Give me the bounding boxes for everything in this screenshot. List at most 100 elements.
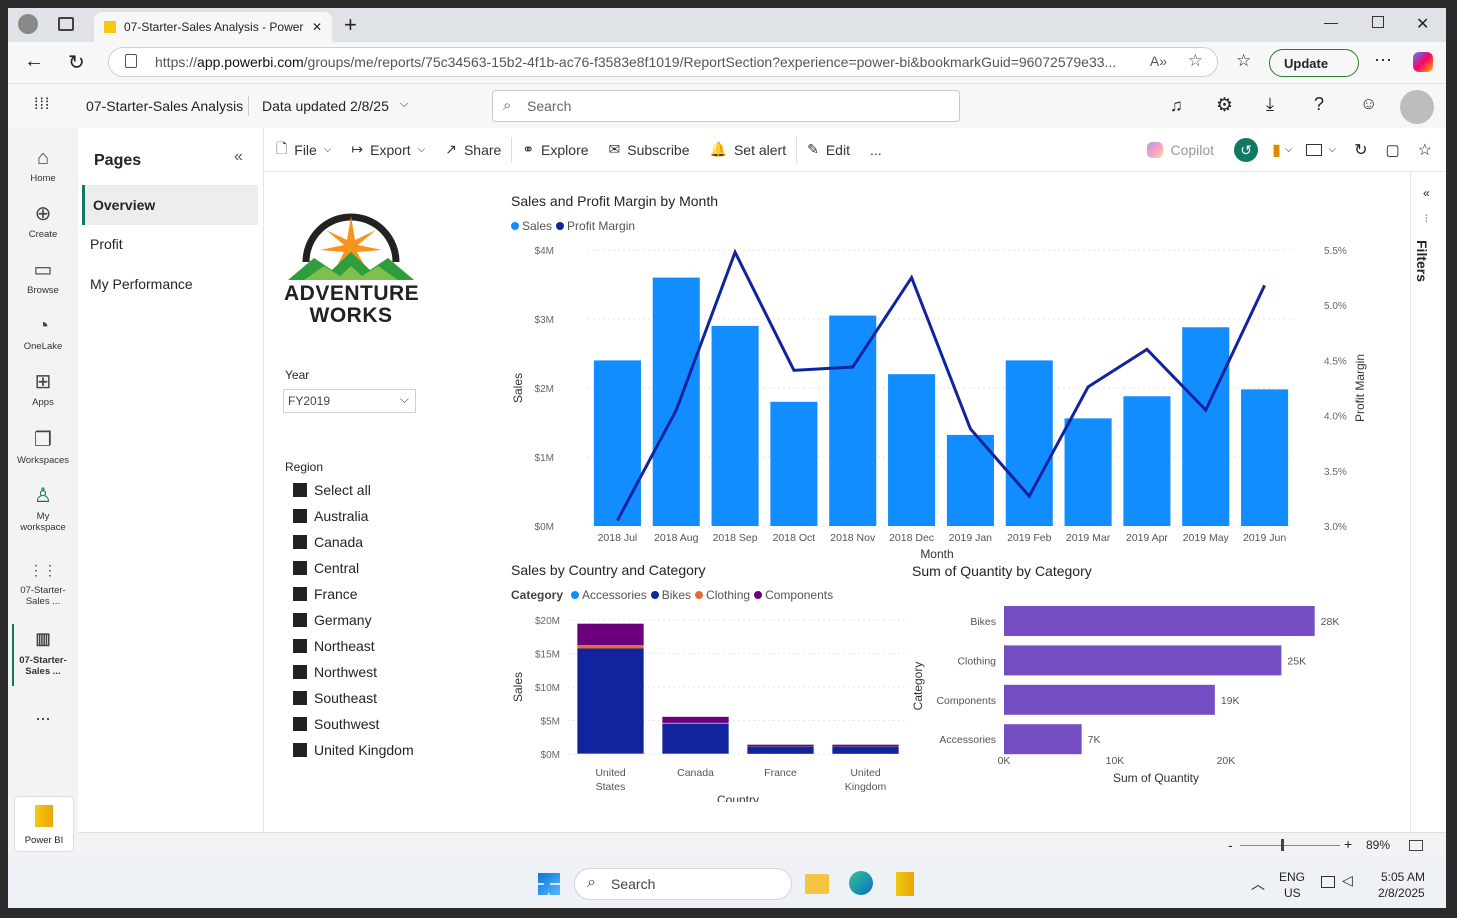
nav-home[interactable]: ⌂ Home — [8, 146, 78, 184]
url-field[interactable]: https://app.powerbi.com/groups/me/report… — [108, 47, 1218, 77]
favorite-report-icon[interactable]: ☆ — [1418, 140, 1432, 160]
region-option[interactable]: United Kingdom — [293, 742, 414, 758]
reset-icon[interactable]: ↺ — [1234, 137, 1259, 162]
checkbox[interactable] — [293, 509, 307, 523]
tab-actions-icon[interactable] — [58, 17, 74, 31]
minimize-icon[interactable]: — — [1324, 14, 1338, 30]
refresh-icon[interactable]: ↻ — [68, 50, 85, 75]
browser-tab[interactable]: 07-Starter-Sales Analysis - Power ✕ — [94, 12, 332, 42]
sales-profit-chart[interactable]: $0M $1M $2M $3M $4M 3.0% 3.5% 4.0% 4.5% 5.0% 5.5% 2… — [508, 232, 1378, 562]
volume-icon[interactable]: ◁ — [1342, 872, 1353, 889]
refresh-report-icon[interactable]: ↻ — [1354, 140, 1367, 160]
clock-date[interactable]: 2/8/2025 — [1378, 886, 1425, 900]
checkbox[interactable] — [293, 717, 307, 731]
nav-workspaces[interactable]: ❐ Workspaces — [8, 428, 78, 466]
read-aloud-icon[interactable]: A» — [1150, 53, 1167, 69]
page-item-profit[interactable]: Profit — [90, 236, 123, 252]
clock-time[interactable]: 5:05 AM — [1381, 870, 1425, 884]
nav-apps[interactable]: ⊞ Apps — [8, 370, 78, 408]
nav-onelake[interactable]: ◔ OneLake — [8, 314, 78, 352]
chevron-down-icon[interactable]: ⌵ — [1328, 144, 1336, 155]
region-option[interactable]: Central — [293, 560, 359, 576]
network-icon[interactable] — [1321, 876, 1335, 888]
favorites-icon[interactable]: ☆ — [1236, 51, 1251, 71]
help-icon[interactable]: ? — [1314, 94, 1324, 115]
app-launcher-icon[interactable]: ⁞⁞⁞ — [34, 96, 50, 114]
page-item-overview[interactable]: Overview — [82, 185, 258, 225]
fit-page-icon[interactable] — [1409, 840, 1423, 851]
region-option[interactable]: Germany — [293, 612, 372, 628]
more-options-button[interactable]: ... — [860, 142, 892, 158]
copilot-browser-icon[interactable] — [1413, 52, 1433, 72]
restore-icon[interactable] — [1372, 16, 1384, 28]
checkbox[interactable] — [293, 587, 307, 601]
region-option[interactable]: Southwest — [293, 716, 379, 732]
set-alert-button[interactable]: 🔔 Set alert — [700, 141, 797, 158]
checkbox[interactable] — [293, 665, 307, 679]
region-option[interactable]: Northeast — [293, 638, 375, 654]
quantity-category-chart[interactable]: Bikes 28K Clothing 25K Components 19K Accessor… — [908, 588, 1368, 808]
zoom-slider[interactable] — [1240, 845, 1340, 846]
taskbar-search[interactable]: ⌕ Search — [574, 868, 792, 900]
windows-start-icon[interactable] — [538, 873, 560, 895]
close-tab-icon[interactable]: ✕ — [312, 20, 322, 34]
nav-browse[interactable]: ▭ Browse — [8, 258, 78, 296]
nav-create[interactable]: ⊕ Create — [8, 202, 78, 240]
year-slicer-dropdown[interactable]: FY2019 ⌵ — [283, 389, 416, 413]
region-option[interactable]: Canada — [293, 534, 363, 550]
more-icon[interactable]: ⋯ — [1374, 50, 1392, 71]
new-tab-icon[interactable]: + — [344, 12, 357, 38]
expand-filters-icon[interactable]: « — [1423, 186, 1430, 200]
profile-icon[interactable] — [18, 14, 38, 34]
report-name[interactable]: 07-Starter-Sales Analysis — [86, 98, 243, 114]
back-icon[interactable]: ← — [24, 50, 44, 73]
nav-report-1[interactable]: ⋮⋮ 07-Starter-Sales ... — [8, 558, 78, 607]
download-icon[interactable]: ⤓ — [1266, 94, 1274, 115]
data-updated[interactable]: Data updated 2/8/25 — [262, 98, 389, 114]
nav-more[interactable]: ... — [8, 704, 78, 725]
checkbox[interactable] — [293, 743, 307, 757]
account-avatar[interactable] — [1400, 90, 1434, 124]
checkbox[interactable] — [293, 613, 307, 627]
favorite-icon[interactable]: ☆ — [1188, 51, 1203, 71]
nav-my-workspace[interactable]: ♙ My workspace — [8, 484, 78, 533]
show-hidden-icons[interactable]: ︿ — [1251, 874, 1265, 894]
copilot-button[interactable]: Copilot — [1137, 141, 1224, 158]
powerbi-taskbar-icon[interactable] — [896, 872, 914, 896]
region-option[interactable]: France — [293, 586, 358, 602]
region-option[interactable]: Southeast — [293, 690, 377, 706]
share-button[interactable]: ↗ Share — [435, 141, 511, 158]
zoom-out-button[interactable]: - — [1228, 837, 1233, 853]
checkbox[interactable] — [293, 691, 307, 705]
feedback-icon[interactable]: ☺ — [1360, 94, 1377, 114]
export-menu[interactable]: ↦ Export ⌵ — [341, 141, 435, 158]
region-option[interactable]: Northwest — [293, 664, 377, 680]
search-input[interactable]: ⌕ Search — [492, 90, 960, 122]
chevron-down-icon[interactable]: ⌵ — [1285, 144, 1293, 155]
edge-icon[interactable] — [849, 871, 873, 895]
region-option[interactable]: Select all — [293, 482, 371, 498]
language-line-1[interactable]: ENG — [1279, 870, 1305, 884]
explore-button[interactable]: ⚭ Explore — [512, 141, 598, 158]
filters-pane[interactable]: « ⫶ Filters — [1410, 172, 1446, 832]
region-option[interactable]: Australia — [293, 508, 368, 524]
checkbox[interactable] — [293, 483, 307, 497]
powerbi-switcher[interactable]: Power BI — [14, 796, 74, 852]
country-category-chart[interactable]: $0M $5M $10M $15M $20M United States Canada Fran… — [508, 602, 918, 802]
checkbox[interactable] — [293, 639, 307, 653]
chevron-down-icon[interactable]: ⌵ — [400, 98, 408, 111]
bookmark-icon[interactable]: ▮ — [1272, 140, 1281, 160]
zoom-slider-thumb[interactable] — [1281, 839, 1284, 851]
settings-icon[interactable]: ⚙ — [1216, 94, 1233, 117]
update-button[interactable]: Update — [1269, 49, 1359, 77]
edit-button[interactable]: ✎ Edit — [797, 141, 860, 158]
file-explorer-icon[interactable] — [805, 874, 829, 894]
notifications-icon[interactable]: ♫ — [1170, 96, 1183, 116]
language-line-2[interactable]: US — [1284, 886, 1301, 900]
subscribe-button[interactable]: ✉ Subscribe — [599, 141, 700, 158]
close-window-icon[interactable]: ✕ — [1416, 14, 1429, 34]
file-menu[interactable]: 🗋 File ⌵ — [264, 138, 341, 162]
checkbox[interactable] — [293, 561, 307, 575]
zoom-in-button[interactable]: + — [1344, 836, 1352, 852]
view-icon[interactable] — [1306, 143, 1323, 156]
